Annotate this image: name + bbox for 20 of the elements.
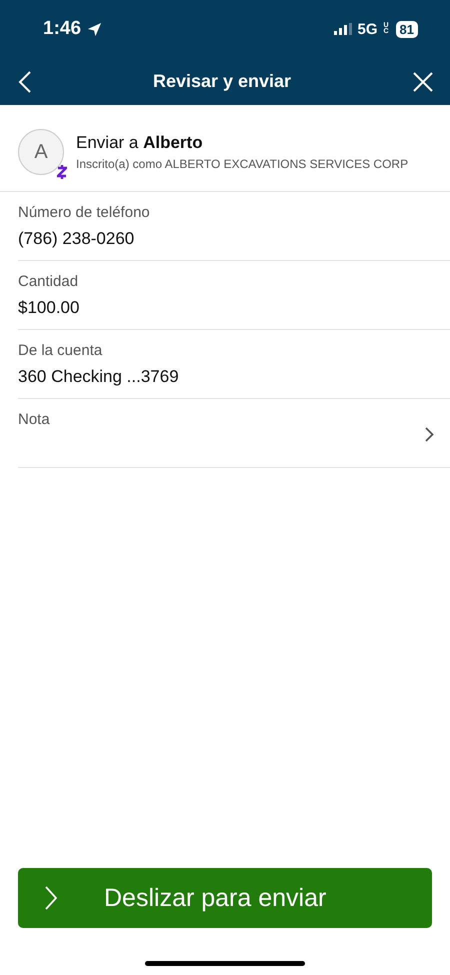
chevron-right-icon: [44, 885, 58, 911]
avatar-initial: A: [34, 140, 48, 164]
field-label: Cantidad: [18, 272, 80, 290]
zelle-icon: [57, 164, 67, 180]
status-time: 1:46: [43, 18, 82, 40]
recipient-heading: Enviar a Alberto: [76, 133, 204, 153]
field-value: (786) 238-0260: [18, 228, 136, 248]
location-arrow-icon: [87, 22, 102, 36]
chevron-right-icon[interactable]: [425, 427, 434, 442]
field-value: 360 Checking ...3769: [18, 366, 179, 386]
field-label[interactable]: Nota: [18, 411, 50, 428]
field-label: Número de teléfono: [18, 204, 150, 220]
slide-to-send-button[interactable]: Deslizar para enviar: [18, 868, 432, 928]
screen-title: Revisar y enviar: [152, 71, 292, 92]
field-value: $100.00: [18, 298, 80, 318]
field-label: De la cuenta: [18, 342, 104, 358]
recipient-subtitle: Inscrito(a) como ALBERTO EXCAVATIONS SERVICES CORP: [76, 157, 408, 171]
battery-level: 81: [396, 20, 418, 38]
network-label: 5G: [358, 20, 378, 38]
signal-icon: [334, 23, 352, 35]
